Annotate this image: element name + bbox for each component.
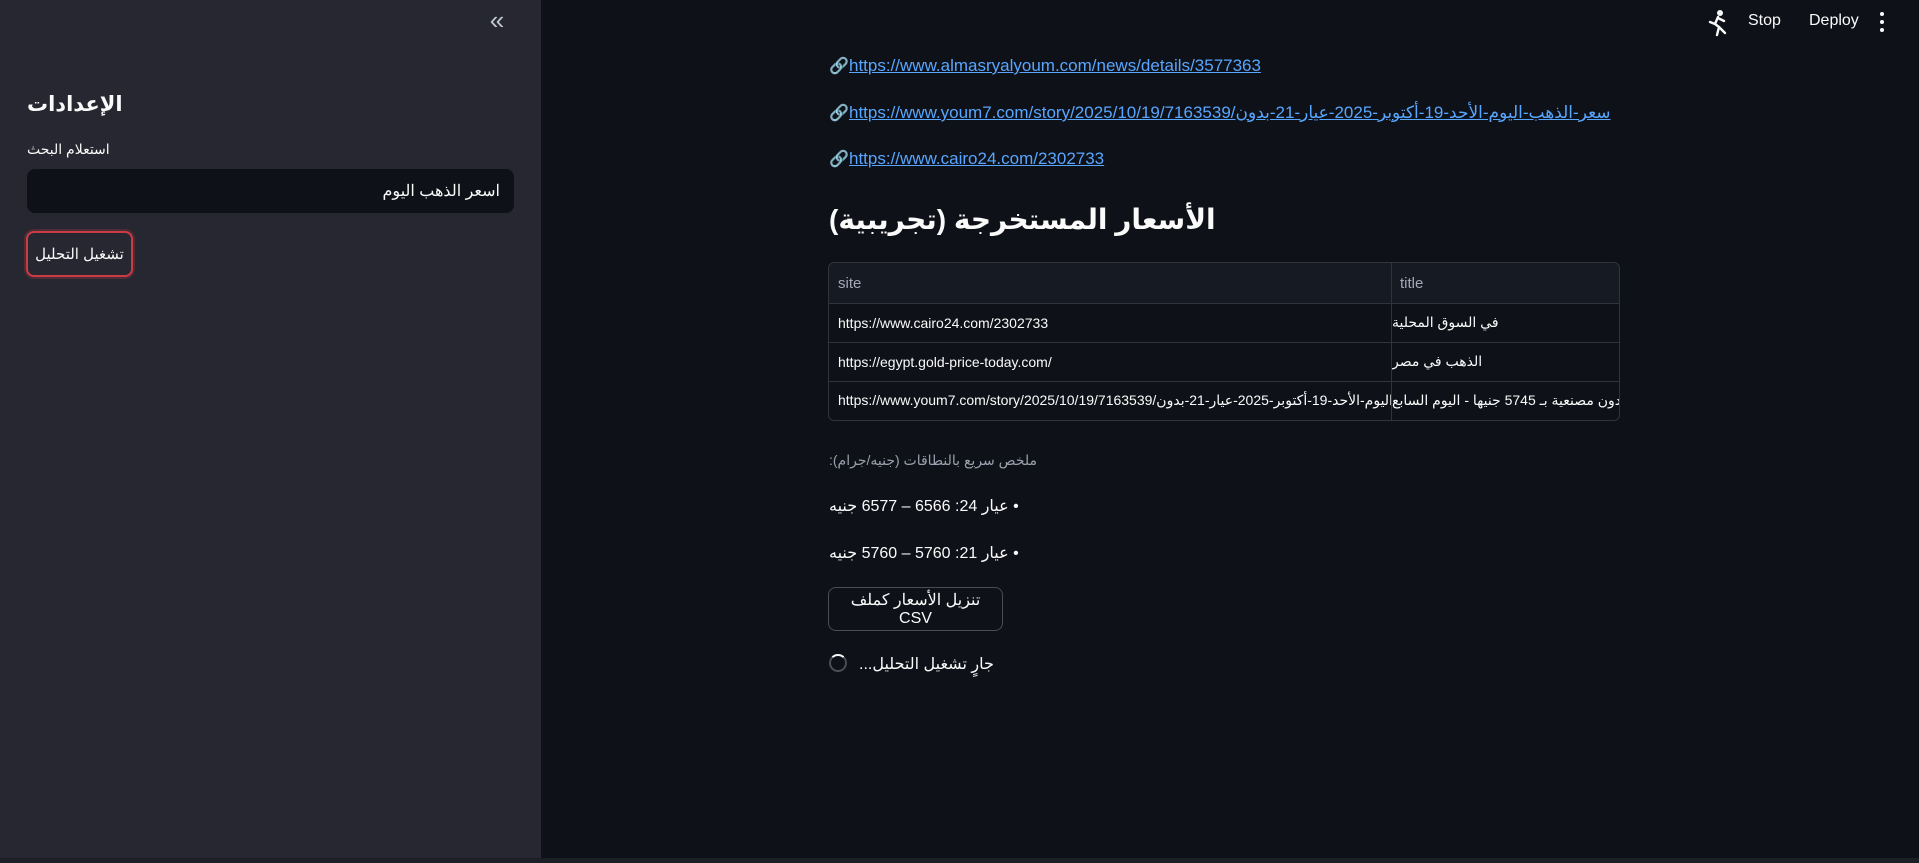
stop-button[interactable]: Stop — [1748, 12, 1781, 30]
table-header-row: site title — [829, 263, 1619, 304]
prices-table[interactable]: site title https://www.cairo24.com/23027… — [828, 262, 1620, 421]
source-link[interactable]: https://www.youm7.com/story/2025/10/19/7… — [849, 103, 1611, 122]
source-link[interactable]: https://www.almasryalyoum.com/news/detai… — [849, 56, 1261, 75]
source-link-row: 🔗https://www.youm7.com/story/2025/10/19/… — [829, 103, 1611, 123]
section-title: الأسعار المستخرجة (تجريبية) — [829, 204, 1216, 235]
cell-title[interactable]: 2 بدون مصنعية بـ 5745 جنيها - اليوم السا… — [1392, 381, 1619, 420]
loading-spinner-icon — [829, 654, 847, 672]
source-link-row: 🔗https://www.cairo24.com/2302733 — [829, 149, 1104, 169]
column-header-site[interactable]: site — [829, 263, 1392, 303]
karat-21-range: • عيار 21: 5760 – 5760 جنيه — [829, 545, 1019, 562]
column-header-title[interactable]: title — [1392, 263, 1619, 303]
main-menu-icon[interactable] — [1878, 10, 1886, 34]
cell-site[interactable]: https://www.youm7.com/story/2025/10/19/7… — [829, 381, 1392, 420]
query-label: استعلام البحث — [27, 141, 110, 157]
deploy-button[interactable]: Deploy — [1809, 12, 1859, 30]
table-row: https://www.youm7.com/story/2025/10/19/7… — [829, 381, 1619, 420]
cell-site[interactable]: https://egypt.gold-price-today.com/ — [829, 342, 1392, 381]
summary-caption: ملخص سريع بالنطاقات (جنيه/جرام): — [829, 452, 1037, 468]
run-analysis-button[interactable]: تشغيل التحليل — [26, 231, 133, 277]
table-row: https://egypt.gold-price-today.com/ الذه… — [829, 342, 1619, 382]
collapse-sidebar-icon[interactable]: « — [484, 7, 510, 34]
source-link[interactable]: https://www.cairo24.com/2302733 — [849, 149, 1104, 168]
link-icon: 🔗 — [829, 105, 849, 122]
link-icon: 🔗 — [829, 58, 849, 75]
table-row: https://www.cairo24.com/2302733 في السوق… — [829, 303, 1619, 343]
link-icon: 🔗 — [829, 151, 849, 168]
sidebar: « الإعدادات استعلام البحث تشغيل التحليل — [0, 0, 541, 858]
bottom-edge — [0, 858, 1919, 863]
download-csv-button[interactable]: تنزيل الأسعار كملف CSV — [828, 587, 1003, 631]
sidebar-title: الإعدادات — [27, 93, 123, 116]
search-query-input[interactable] — [27, 169, 514, 213]
karat-24-range: • عيار 24: 6566 – 6577 جنيه — [829, 498, 1019, 515]
cell-title[interactable]: في السوق المحلية — [1392, 303, 1619, 342]
cell-title[interactable]: الذهب في مصر — [1392, 342, 1619, 381]
source-link-row: 🔗https://www.almasryalyoum.com/news/deta… — [829, 56, 1261, 76]
cell-site[interactable]: https://www.cairo24.com/2302733 — [829, 303, 1392, 342]
running-man-icon — [1708, 10, 1727, 37]
status-text: جارٍ تشغيل التحليل... — [859, 656, 994, 673]
